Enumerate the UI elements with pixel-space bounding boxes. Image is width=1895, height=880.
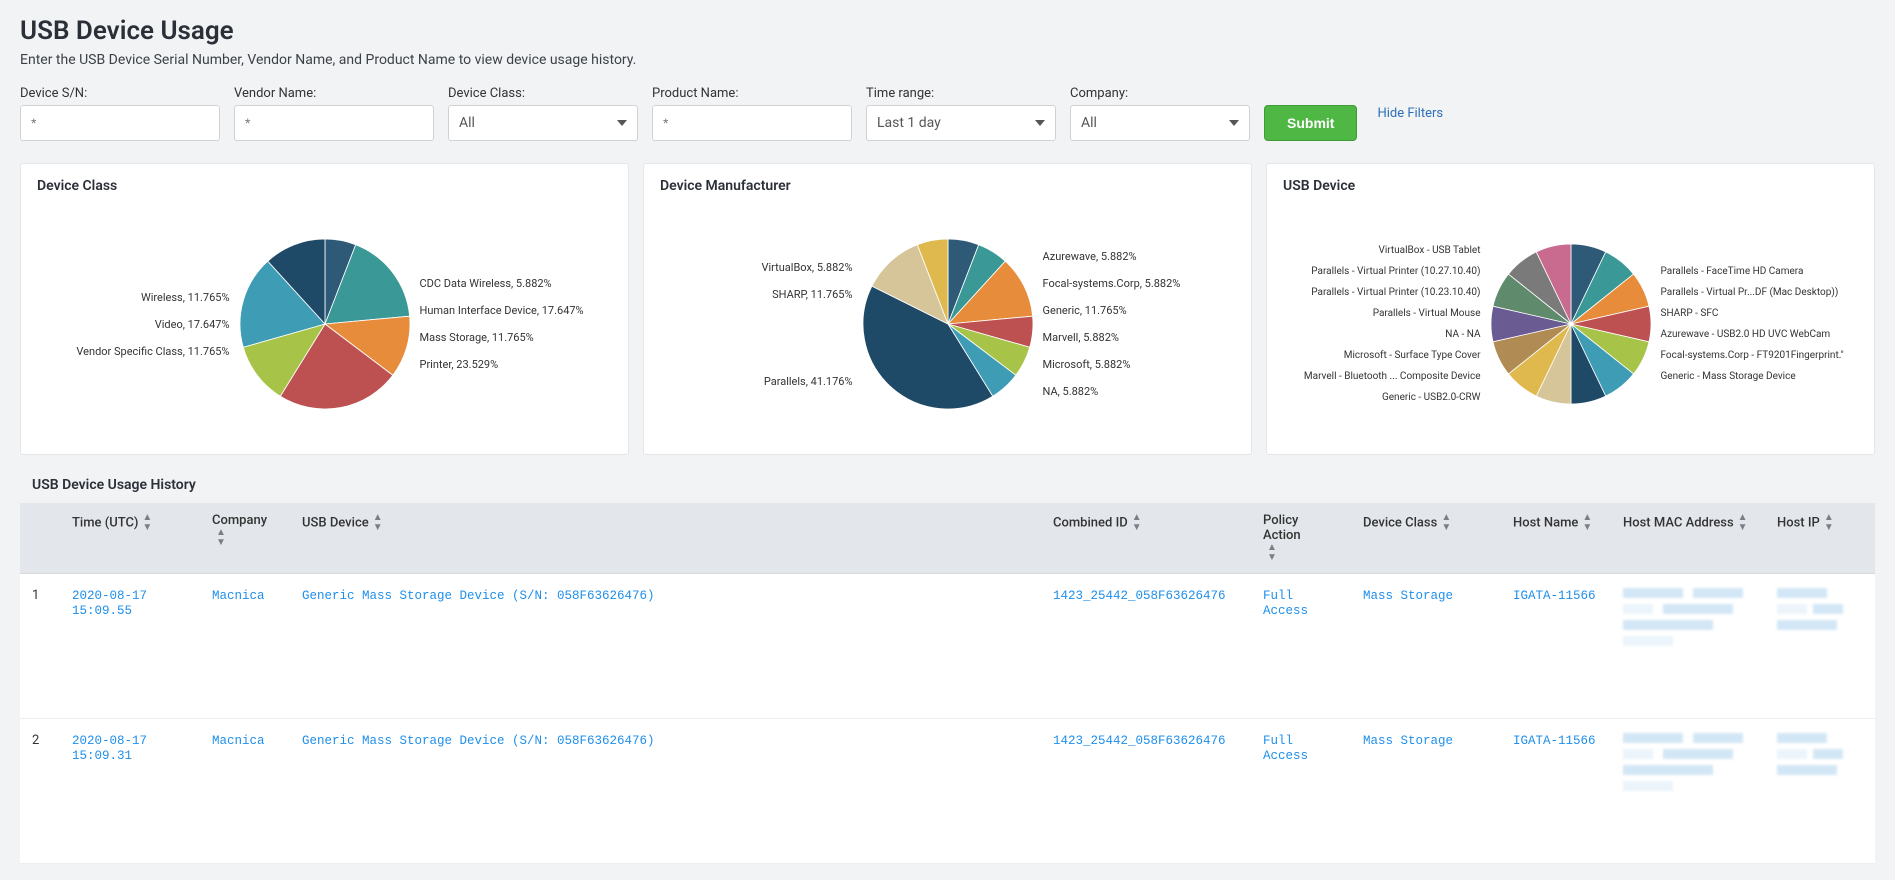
pie-label: Printer, 23.529%: [420, 358, 499, 371]
pie-label: Microsoft - Surface Type Cover: [1344, 350, 1481, 361]
col-combined-id[interactable]: Combined ID: [1041, 503, 1251, 574]
page-title: USB Device Usage: [20, 16, 1875, 46]
pie-label: Azurewave - USB2.0 HD UVC WebCam: [1661, 329, 1831, 340]
pie-label: Parallels - FaceTime HD Camera: [1661, 266, 1804, 277]
filter-label-device-sn: Device S/N:: [20, 86, 220, 101]
device-sn-input[interactable]: [20, 105, 220, 141]
sort-icon: [1132, 513, 1142, 533]
cell-policy-action[interactable]: Full Access: [1263, 589, 1308, 618]
usb-device-pie[interactable]: [1491, 244, 1651, 404]
col-time[interactable]: Time (UTC): [60, 503, 200, 574]
history-table: Time (UTC) Company USB Device Combined I…: [20, 503, 1875, 864]
cell-policy-action[interactable]: Full Access: [1263, 734, 1308, 763]
cell-time[interactable]: 2020-08-17 15:09.55: [72, 589, 147, 618]
cell-host-name[interactable]: IGATA-11566: [1513, 734, 1596, 748]
pie-label: VirtualBox, 5.882%: [761, 261, 852, 274]
redacted-ip: [1777, 733, 1857, 783]
col-host-ip[interactable]: Host IP: [1765, 503, 1875, 574]
pie-label: Mass Storage, 11.765%: [420, 331, 534, 344]
vendor-name-input[interactable]: [234, 105, 434, 141]
hide-filters-link[interactable]: Hide Filters: [1377, 106, 1443, 121]
cell-device-class[interactable]: Mass Storage: [1363, 734, 1453, 748]
card-device-class: Device Class Wireless, 11.765% Video, 17…: [20, 163, 629, 455]
redacted-mac: [1623, 588, 1753, 658]
filter-label-device-class: Device Class:: [448, 86, 638, 101]
redacted-mac: [1623, 733, 1753, 803]
sort-icon: [1738, 513, 1748, 533]
pie-label: NA, 5.882%: [1043, 385, 1099, 398]
pie-label: Parallels - Virtual Printer (10.23.10.40…: [1311, 287, 1480, 298]
pie-label: Wireless, 11.765%: [141, 291, 230, 304]
pie-label: SHARP - SFC: [1661, 308, 1719, 319]
device-manufacturer-pie[interactable]: [863, 239, 1033, 409]
filter-label-product-name: Product Name:: [652, 86, 852, 101]
card-usb-device: USB Device VirtualBox - USB Tablet Paral…: [1266, 163, 1875, 455]
device-class-pie[interactable]: [240, 239, 410, 409]
device-class-select[interactable]: All: [448, 105, 638, 141]
pie-label: Azurewave, 5.882%: [1043, 250, 1137, 263]
col-rownum: [20, 503, 60, 574]
cell-usb-device[interactable]: Generic Mass Storage Device (S/N: 058F63…: [302, 734, 655, 748]
card-title-device-manufacturer: Device Manufacturer: [660, 178, 1235, 194]
card-title-device-class: Device Class: [37, 178, 612, 194]
col-policy-action[interactable]: Policy Action: [1251, 503, 1351, 574]
submit-button[interactable]: Submit: [1264, 105, 1357, 141]
cell-company[interactable]: Macnica: [212, 734, 265, 748]
time-range-select[interactable]: Last 1 day: [866, 105, 1056, 141]
sort-icon: [1441, 513, 1451, 533]
col-company[interactable]: Company: [200, 503, 290, 574]
col-device-class[interactable]: Device Class: [1351, 503, 1501, 574]
pie-label: Vendor Specific Class, 11.765%: [76, 345, 229, 358]
col-usb-device[interactable]: USB Device: [290, 503, 1041, 574]
card-title-usb-device: USB Device: [1283, 178, 1858, 194]
pie-label: Focal-systems.Corp, 5.882%: [1043, 277, 1181, 290]
sort-icon: [142, 513, 152, 533]
cell-rownum: 2: [20, 719, 60, 864]
filter-label-time-range: Time range:: [866, 86, 1056, 101]
pie-label: Generic - Mass Storage Device: [1661, 371, 1796, 382]
pie-label: VirtualBox - USB Tablet: [1378, 245, 1480, 256]
filter-label-vendor-name: Vendor Name:: [234, 86, 434, 101]
sort-icon: [216, 528, 226, 548]
company-select[interactable]: All: [1070, 105, 1250, 141]
pie-label: Generic - USB2.0-CRW: [1382, 392, 1481, 403]
pie-label: Marvell, 5.882%: [1043, 331, 1119, 344]
sort-icon: [1267, 543, 1277, 563]
cell-company[interactable]: Macnica: [212, 589, 265, 603]
cell-time[interactable]: 2020-08-17 15:09.31: [72, 734, 147, 763]
sort-icon: [373, 513, 383, 533]
sort-icon: [1582, 513, 1592, 533]
table-row: 2 2020-08-17 15:09.31 Macnica Generic Ma…: [20, 719, 1875, 864]
pie-label: Parallels, 41.176%: [764, 375, 853, 388]
cell-usb-device[interactable]: Generic Mass Storage Device (S/N: 058F63…: [302, 589, 655, 603]
pie-label: SHARP, 11.765%: [772, 288, 852, 301]
cell-combined-id[interactable]: 1423_25442_058F63626476: [1053, 734, 1226, 748]
pie-label: Human Interface Device, 17.647%: [420, 304, 584, 317]
sort-icon: [1824, 513, 1834, 533]
col-host-name[interactable]: Host Name: [1501, 503, 1611, 574]
filter-label-company: Company:: [1070, 86, 1250, 101]
table-row: 1 2020-08-17 15:09.55 Macnica Generic Ma…: [20, 574, 1875, 719]
pie-label: Parallels - Virtual Pr...DF (Mac Desktop…: [1661, 287, 1839, 298]
redacted-ip: [1777, 588, 1857, 638]
col-host-mac[interactable]: Host MAC Address: [1611, 503, 1765, 574]
cell-device-class[interactable]: Mass Storage: [1363, 589, 1453, 603]
cell-host-name[interactable]: IGATA-11566: [1513, 589, 1596, 603]
card-device-manufacturer: Device Manufacturer VirtualBox, 5.882% S…: [643, 163, 1252, 455]
pie-label: Video, 17.647%: [155, 318, 230, 331]
product-name-input[interactable]: [652, 105, 852, 141]
cell-combined-id[interactable]: 1423_25442_058F63626476: [1053, 589, 1226, 603]
pie-label: Marvell - Bluetooth ... Composite Device: [1304, 371, 1481, 382]
pie-label: Microsoft, 5.882%: [1043, 358, 1131, 371]
pie-label: CDC Data Wireless, 5.882%: [420, 277, 552, 290]
pie-label: Parallels - Virtual Printer (10.27.10.40…: [1311, 266, 1480, 277]
pie-label: Generic, 11.765%: [1043, 304, 1127, 317]
pie-label: NA - NA: [1445, 329, 1480, 340]
pie-label: Parallels - Virtual Mouse: [1373, 308, 1481, 319]
history-section-title: USB Device Usage History: [32, 477, 1875, 493]
pie-label: Focal-systems.Corp - FT9201Fingerprint.": [1661, 350, 1844, 361]
filters-row: Device S/N: Vendor Name: Device Class: A…: [20, 86, 1875, 141]
cell-rownum: 1: [20, 574, 60, 719]
page-subtitle: Enter the USB Device Serial Number, Vend…: [20, 52, 1875, 68]
